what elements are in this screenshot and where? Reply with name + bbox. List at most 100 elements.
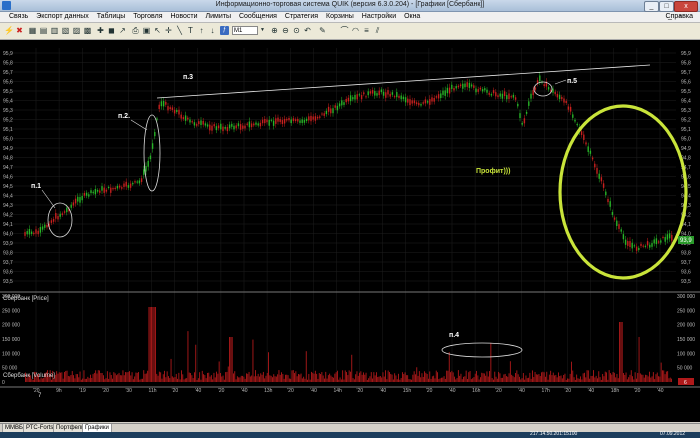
- minimize-button[interactable]: _: [644, 1, 659, 12]
- menu-news[interactable]: Новости: [167, 12, 200, 22]
- channel-tool-icon[interactable]: ⫽: [373, 26, 382, 35]
- volume-bar: [574, 379, 576, 382]
- line-tool-icon[interactable]: ╲: [175, 26, 184, 35]
- volume-bar: [338, 379, 340, 382]
- time-tick: '40: [657, 388, 664, 394]
- menu-tables[interactable]: Таблицы: [94, 12, 129, 22]
- candle-body: [649, 244, 651, 248]
- volume-bar: [359, 372, 360, 382]
- limits-icon[interactable]: ▨: [72, 26, 81, 35]
- print-icon[interactable]: ⎙: [131, 26, 140, 35]
- indicator-icon[interactable]: ƒ: [220, 26, 229, 35]
- interval-dropdown-icon[interactable]: ▼: [258, 26, 267, 35]
- candle-body: [94, 188, 97, 195]
- volume-bar: [390, 373, 392, 382]
- volume-bar: [161, 378, 163, 382]
- menu-trading[interactable]: Торговля: [130, 12, 165, 22]
- volume-bar: [342, 370, 344, 382]
- new-order-icon[interactable]: ✚: [96, 26, 105, 35]
- volume-bar: [153, 307, 155, 382]
- candle-body: [41, 226, 44, 230]
- candle-body: [301, 119, 303, 123]
- arrow-up-tool-icon[interactable]: ↑: [197, 26, 206, 35]
- time-tick: 16h: [472, 388, 481, 394]
- candle-body: [554, 91, 556, 95]
- volume-bar: [299, 374, 301, 382]
- candle-body: [112, 188, 114, 190]
- portfolio-icon[interactable]: ▩: [83, 26, 92, 35]
- crosshair-icon[interactable]: ✛: [164, 26, 173, 35]
- volume-tick-left: 150 000: [2, 337, 20, 343]
- cursor-icon[interactable]: ↖: [153, 26, 162, 35]
- volume-bar: [636, 378, 637, 382]
- volume-bar: [197, 378, 199, 382]
- child-restore-button[interactable]: ▫: [676, 12, 684, 22]
- quotes-icon[interactable]: ▤: [39, 26, 48, 35]
- volume-bar: [138, 372, 139, 382]
- price-legend: Сбербанк [Price]: [3, 296, 49, 302]
- maximize-button[interactable]: □: [659, 1, 674, 12]
- volume-bar: [554, 375, 555, 382]
- table-icon[interactable]: ▦: [28, 26, 37, 35]
- candle-body: [453, 88, 455, 91]
- volume-bar: [248, 371, 250, 382]
- volume-bar: [103, 375, 104, 382]
- child-minimize-button[interactable]: _: [666, 12, 674, 22]
- annotation-profit: Профит))): [476, 168, 510, 175]
- menu-limits[interactable]: Лимиты: [203, 12, 234, 22]
- curve-tool-icon[interactable]: ⌒: [340, 26, 349, 35]
- volume-bar: [157, 375, 159, 382]
- menu-windows[interactable]: Окна: [401, 12, 423, 22]
- zoom-out-icon[interactable]: ⊖: [281, 26, 290, 35]
- price-tick-left: 94,0: [3, 232, 13, 238]
- candle-body: [136, 181, 138, 183]
- menu-export[interactable]: Экспорт данных: [33, 12, 92, 22]
- zoom-fit-icon[interactable]: ⊙: [292, 26, 301, 35]
- volume-bar: [623, 373, 624, 382]
- volume-bar: [233, 373, 234, 382]
- volume-bar: [109, 372, 111, 382]
- volume-bar: [191, 375, 193, 382]
- menu-settings[interactable]: Настройки: [359, 12, 399, 22]
- volume-bar: [619, 322, 620, 382]
- menu-messages[interactable]: Сообщения: [236, 12, 280, 22]
- save-icon[interactable]: ▣: [142, 26, 151, 35]
- candle-body: [50, 220, 53, 223]
- candle-body: [294, 119, 297, 122]
- disconnect-icon[interactable]: ✖: [15, 26, 24, 35]
- menu-baskets[interactable]: Корзины: [323, 12, 357, 22]
- zoom-in-icon[interactable]: ⊕: [270, 26, 279, 35]
- menu-strategy[interactable]: Стратегия: [282, 12, 321, 22]
- text-tool-icon[interactable]: T: [186, 26, 195, 35]
- candle-body: [292, 118, 295, 122]
- menu-bar: Связь Экспорт данных Таблицы Торговля Но…: [0, 12, 700, 23]
- candle-body: [567, 106, 570, 110]
- volume-bar: [230, 337, 232, 382]
- undo-icon[interactable]: ↶: [303, 26, 312, 35]
- arrow-down-tool-icon[interactable]: ↓: [208, 26, 217, 35]
- arc-tool-icon[interactable]: ◠: [351, 26, 360, 35]
- candle-body: [156, 118, 158, 120]
- price-tick-right: 95,7: [681, 70, 691, 76]
- volume-bar: [464, 376, 466, 382]
- edit-icon[interactable]: ✎: [318, 26, 327, 35]
- close-button[interactable]: x: [674, 1, 698, 12]
- orders-icon[interactable]: ▥: [50, 26, 59, 35]
- price-chart[interactable]: 95,9 95,9 95,8 95,8 95,7 95,7 95,6 95,6 95,5 95,5…: [0, 40, 700, 422]
- fibonacci-tool-icon[interactable]: ≡: [362, 26, 371, 35]
- volume-bar: [186, 378, 188, 382]
- interval-select[interactable]: M1: [232, 26, 258, 35]
- connect-icon[interactable]: ⚡: [4, 26, 14, 35]
- chart-icon[interactable]: ↗: [118, 26, 127, 35]
- volume-bar: [348, 370, 350, 382]
- stop-order-icon[interactable]: ◼: [107, 26, 116, 35]
- price-tick-right: 95,3: [681, 108, 691, 114]
- volume-bar: [181, 370, 182, 382]
- volume-bar: [184, 378, 186, 382]
- menu-connection[interactable]: Связь: [6, 12, 31, 22]
- trades-icon[interactable]: ▧: [61, 26, 70, 35]
- candle-body: [352, 97, 354, 100]
- candle-body: [503, 91, 506, 97]
- candle-body: [162, 100, 165, 107]
- candle-body: [426, 101, 429, 103]
